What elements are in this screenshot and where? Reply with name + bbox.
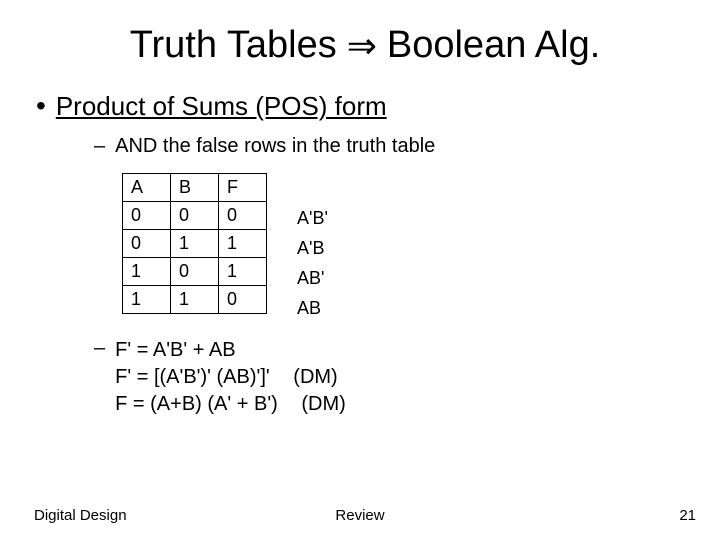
truth-table: A B F 0 0 0 0 1 1 1 0 1 1 1 0 [122,173,267,314]
derivation-lines: F' = A'B' + AB F' = [(A'B')' (AB)']' (DM… [115,337,346,418]
table-cell: 1 [171,286,219,314]
minterm-label: AB' [297,263,328,293]
label-spacer [297,173,328,203]
implies-icon: ⇒ [347,25,377,67]
footer-center: Review [335,507,384,524]
table-row: 0 1 1 [123,230,267,258]
derivation-note: (DM) [301,391,345,418]
table-cell: 1 [171,230,219,258]
table-row: 0 0 0 [123,202,267,230]
table-cell: 1 [219,258,267,286]
table-cell: 0 [171,202,219,230]
table-cell: 1 [123,286,171,314]
derivation-line: F' = [(A'B')' (AB)']' (DM) [115,364,346,391]
derivation-line: F = (A+B) (A' + B') (DM) [115,391,346,418]
table-header-cell: F [219,174,267,202]
table-header-cell: B [171,174,219,202]
bullet-dash-icon: – [94,337,105,360]
table-row: 1 1 0 [123,286,267,314]
minterm-label: A'B' [297,203,328,233]
table-cell: 0 [219,286,267,314]
derivation-line: F' = A'B' + AB [115,337,346,364]
minterm-label: AB [297,293,328,323]
table-cell: 0 [219,202,267,230]
footer-left: Digital Design [34,507,127,524]
bullet-2-text: AND the false rows in the truth table [115,134,435,159]
table-cell: 0 [123,230,171,258]
bullet-dot-icon: • [36,92,46,120]
title-left: Truth Tables [130,24,337,67]
bullet-level-2: – AND the false rows in the truth table [94,134,680,159]
table-cell: 0 [171,258,219,286]
table-cell: 1 [123,258,171,286]
table-cell: 1 [219,230,267,258]
title-right: Boolean Alg. [387,24,600,67]
table-row: A B F [123,174,267,202]
minterm-labels: A'B' A'B AB' AB [297,173,328,323]
truth-table-block: A B F 0 0 0 0 1 1 1 0 1 1 1 0 A'B' A'B A… [122,173,680,323]
bullet-1-text: Product of Sums (POS) form [56,91,387,122]
bullet-level-1: • Product of Sums (POS) form [36,91,680,122]
table-header-cell: A [123,174,171,202]
derivation-eq: F' = [(A'B')' (AB)']' [115,366,270,388]
minterm-label: A'B [297,233,328,263]
derivation-eq: F = (A+B) (A' + B') [115,393,278,415]
table-row: 1 0 1 [123,258,267,286]
derivation-note: (DM) [293,364,337,391]
page-title: Truth Tables ⇒ Boolean Alg. [50,24,680,67]
footer-page-number: 21 [679,507,696,524]
derivation-block: – F' = A'B' + AB F' = [(A'B')' (AB)']' (… [94,337,680,418]
slide-footer: Digital Design Review 21 [0,507,720,524]
bullet-dash-icon: – [94,135,105,158]
table-cell: 0 [123,202,171,230]
